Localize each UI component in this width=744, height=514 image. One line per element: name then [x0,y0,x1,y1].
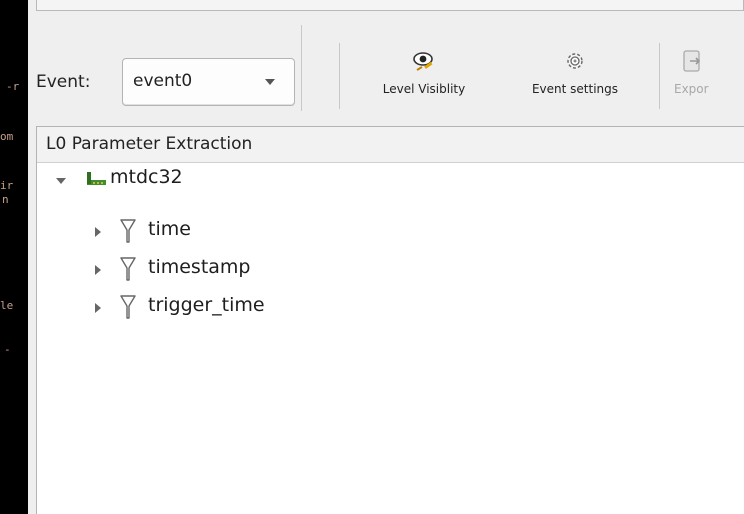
toolbar-separator [301,25,302,111]
terminal-text-fragment: -r [6,80,20,93]
level-visibility-label: Level Visiblity [382,82,466,96]
event-select-value: event0 [133,71,193,91]
event-toolbar: Event: event0 Level Visiblity Event sett… [28,11,744,118]
terminal-text-fragment: n [2,193,9,206]
expand-arrow-right-icon[interactable] [95,227,101,237]
event-select[interactable]: event0 [122,58,295,106]
eye-icon [413,52,433,71]
top-panel-edge [36,0,744,11]
tree-row-trigger-time[interactable]: trigger_time [37,291,744,325]
event-settings-button[interactable]: Event settings [510,48,640,114]
terminal-text-fragment: ir [0,179,14,192]
tree-header[interactable]: L0 Parameter Extraction [37,127,744,163]
tree-header-label: L0 Parameter Extraction [46,134,253,154]
tree-row-mtdc32[interactable]: mtdc32 [37,163,744,197]
filter-icon [120,295,136,319]
toolbar-separator [339,43,340,109]
event-label: Event: [36,72,91,92]
terminal-background: -r om ir n le - [0,0,28,514]
level-visibility-button[interactable]: Level Visiblity [360,48,488,114]
chevron-down-icon [265,79,275,85]
export-icon [683,50,701,72]
tree-row-label: time [148,218,191,240]
tree-row-label: trigger_time [148,294,265,316]
terminal-text-fragment: - [4,343,11,356]
analysis-window: Event: event0 Level Visiblity Event sett… [28,0,744,514]
expand-arrow-right-icon[interactable] [95,303,101,313]
parameter-tree: L0 Parameter Extraction mtdc32 time time… [36,126,744,514]
filter-icon [120,257,136,281]
expand-arrow-down-icon[interactable] [56,178,66,184]
tree-row-timestamp[interactable]: timestamp [37,253,744,287]
terminal-text-fragment: om [0,130,14,143]
export-label: Expor [674,82,709,96]
tree-row-label: timestamp [148,256,251,278]
tree-row-label: mtdc32 [110,166,183,188]
terminal-text-fragment: le [0,299,14,312]
filter-icon [120,219,136,243]
expand-arrow-right-icon[interactable] [95,265,101,275]
gear-icon [567,53,583,69]
tree-row-time[interactable]: time [37,215,744,249]
toolbar-separator [659,43,660,109]
export-button[interactable]: Expor [668,48,744,114]
event-settings-label: Event settings [531,82,619,96]
module-board-icon [87,172,106,185]
